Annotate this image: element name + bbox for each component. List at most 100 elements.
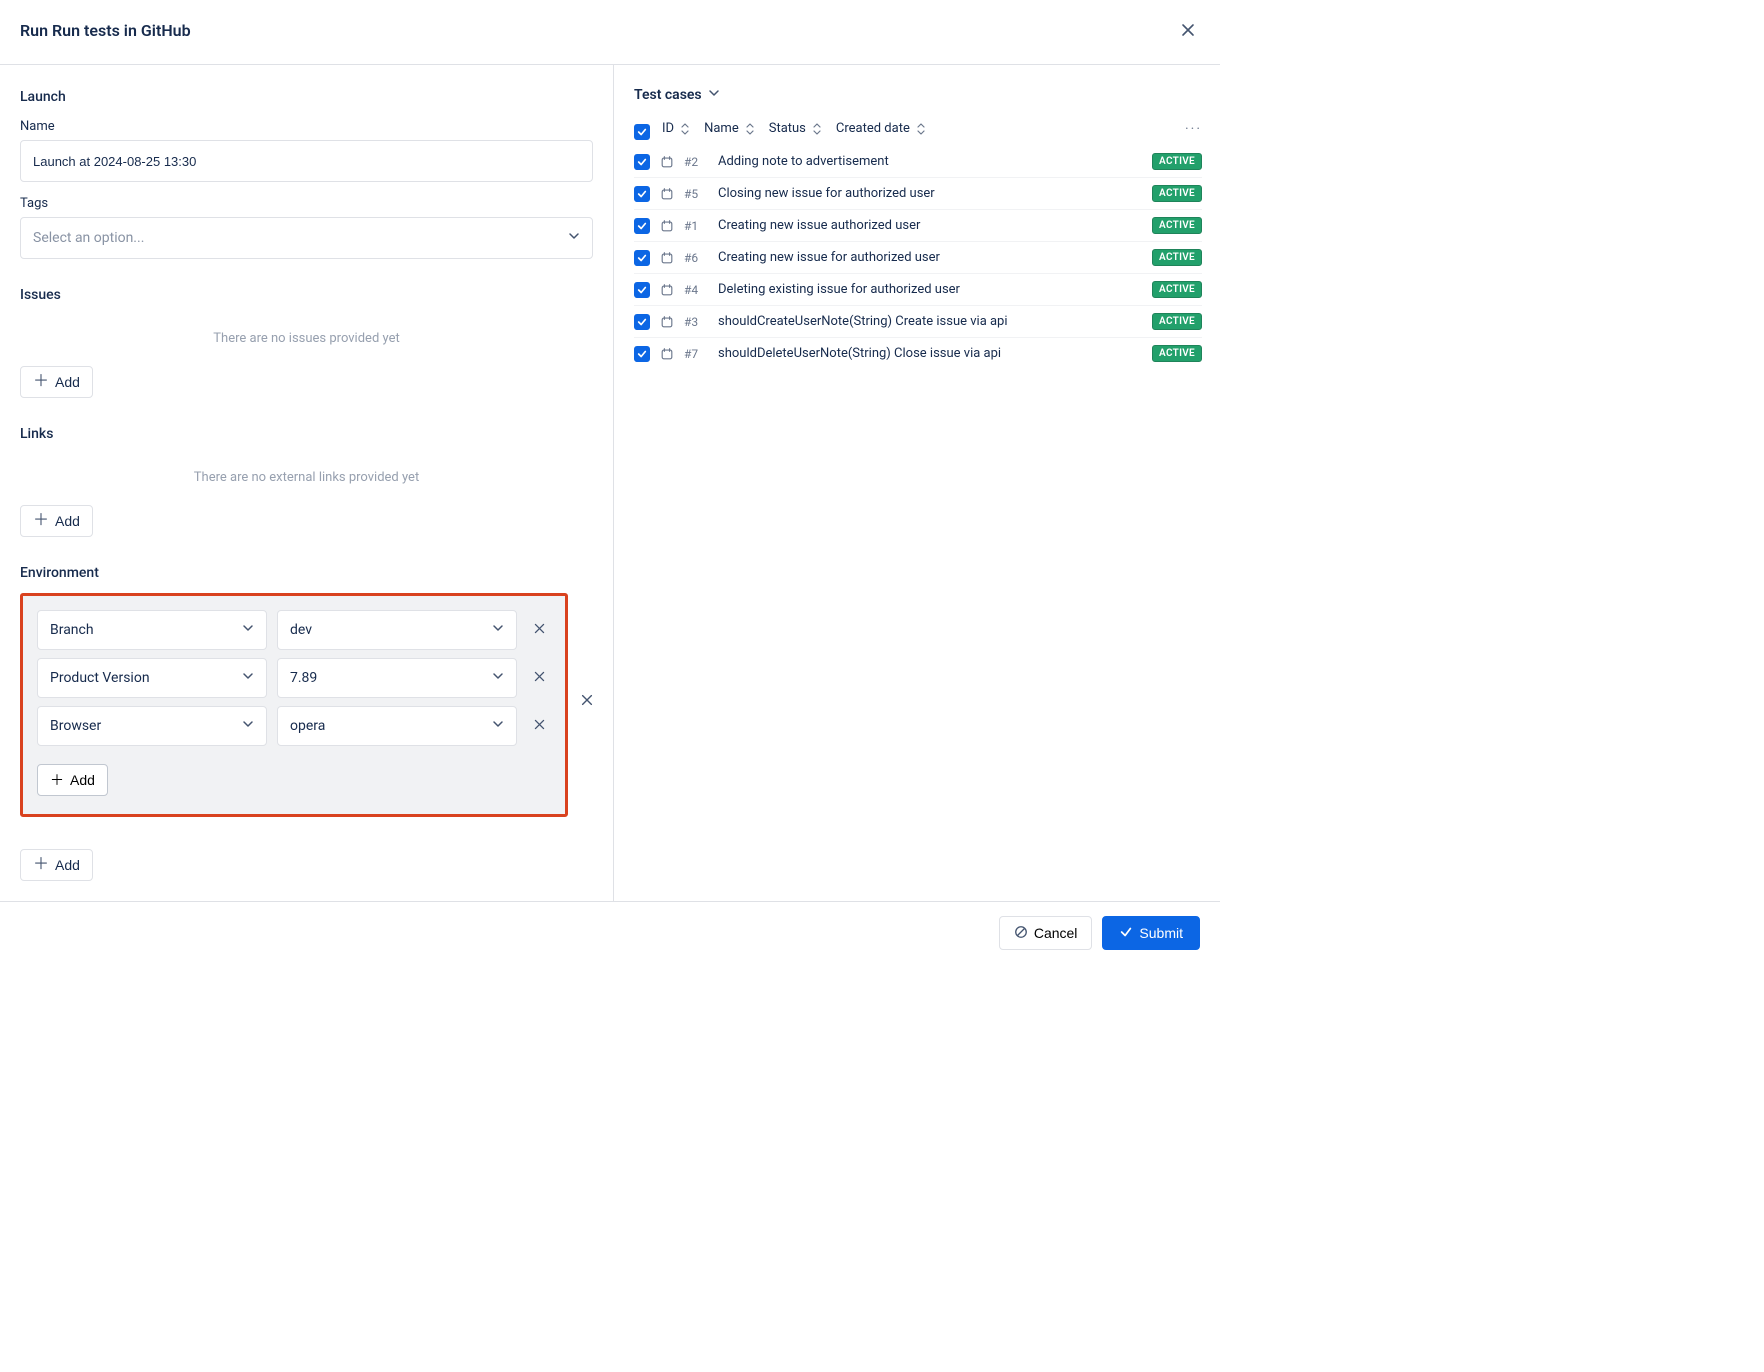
links-label: Links	[20, 426, 593, 442]
close-icon[interactable]	[1176, 18, 1200, 42]
env-value-select[interactable]: opera	[277, 706, 517, 746]
submit-label: Submit	[1139, 925, 1183, 941]
test-case-icon	[660, 251, 674, 265]
launch-panel: Launch Name Tags Select an option... Iss…	[0, 65, 614, 901]
add-link-button[interactable]: ＋ Add	[20, 505, 93, 537]
cancel-label: Cancel	[1034, 925, 1078, 941]
chevron-down-icon	[242, 622, 254, 638]
test-case-row[interactable]: #7 shouldDeleteUserNote(String) Close is…	[634, 337, 1202, 369]
status-badge: ACTIVE	[1152, 281, 1202, 298]
env-value-select[interactable]: dev	[277, 610, 517, 650]
test-case-icon	[660, 283, 674, 297]
launch-name-input[interactable]	[20, 140, 593, 182]
test-case-row[interactable]: #6 Creating new issue for authorized use…	[634, 241, 1202, 273]
remove-env-row-icon[interactable]	[527, 718, 551, 735]
row-checkbox[interactable]	[634, 314, 650, 330]
chevron-down-icon	[492, 670, 504, 686]
sort-icon	[812, 123, 822, 135]
test-case-name: Deleting existing issue for authorized u…	[718, 282, 1142, 297]
row-checkbox[interactable]	[634, 218, 650, 234]
status-badge: ACTIVE	[1152, 249, 1202, 266]
submit-button[interactable]: Submit	[1102, 916, 1200, 950]
test-case-id: #2	[684, 155, 708, 169]
sort-icon	[745, 123, 755, 135]
add-issue-button[interactable]: ＋ Add	[20, 366, 93, 398]
chevron-down-icon	[708, 87, 720, 103]
column-name[interactable]: Name	[704, 121, 755, 136]
tags-label: Tags	[20, 196, 593, 211]
test-case-name: Adding note to advertisement	[718, 154, 1142, 169]
tags-select[interactable]: Select an option...	[20, 217, 593, 259]
plus-icon: ＋	[33, 513, 49, 529]
chevron-down-icon	[242, 718, 254, 734]
plus-icon: ＋	[33, 374, 49, 390]
chevron-down-icon	[568, 230, 580, 246]
row-checkbox[interactable]	[634, 186, 650, 202]
row-checkbox[interactable]	[634, 154, 650, 170]
cancel-button[interactable]: Cancel	[999, 916, 1093, 950]
env-key-select[interactable]: Product Version	[37, 658, 267, 698]
plus-icon: ＋	[50, 770, 64, 790]
remove-env-row-icon[interactable]	[527, 622, 551, 639]
add-env-variable-button[interactable]: ＋ Add	[37, 764, 108, 796]
test-case-icon	[660, 187, 674, 201]
sort-icon	[680, 123, 690, 135]
column-id[interactable]: ID	[662, 121, 690, 136]
status-badge: ACTIVE	[1152, 153, 1202, 170]
row-checkbox[interactable]	[634, 346, 650, 362]
env-key-select[interactable]: Browser	[37, 706, 267, 746]
test-case-row[interactable]: #3 shouldCreateUserNote(String) Create i…	[634, 305, 1202, 337]
status-badge: ACTIVE	[1152, 313, 1202, 330]
check-icon	[1119, 925, 1133, 942]
test-case-icon	[660, 219, 674, 233]
test-cases-dropdown[interactable]: Test cases	[634, 87, 1202, 103]
row-checkbox[interactable]	[634, 282, 650, 298]
test-case-icon	[660, 347, 674, 361]
issues-empty: There are no issues provided yet	[20, 309, 593, 366]
test-case-name: shouldDeleteUserNote(String) Close issue…	[718, 346, 1142, 361]
row-checkbox[interactable]	[634, 250, 650, 266]
modal-footer: Cancel Submit	[0, 901, 1220, 964]
add-label: Add	[70, 772, 95, 788]
env-key-select[interactable]: Branch	[37, 610, 267, 650]
test-case-row[interactable]: #1 Creating new issue authorized user AC…	[634, 209, 1202, 241]
launch-section-label: Launch	[20, 89, 593, 105]
status-badge: ACTIVE	[1152, 345, 1202, 362]
test-case-row[interactable]: #5 Closing new issue for authorized user…	[634, 177, 1202, 209]
environment-label: Environment	[20, 565, 593, 581]
env-value-select[interactable]: 7.89	[277, 658, 517, 698]
page-title: Run Run tests in GitHub	[20, 21, 191, 40]
test-case-id: #4	[684, 283, 708, 297]
test-case-name: Creating new issue for authorized user	[718, 250, 1142, 265]
issues-label: Issues	[20, 287, 593, 303]
cancel-icon	[1014, 925, 1028, 942]
test-case-name: Closing new issue for authorized user	[718, 186, 1142, 201]
tags-placeholder: Select an option...	[33, 230, 144, 246]
test-case-name: Creating new issue authorized user	[718, 218, 1142, 233]
test-case-row[interactable]: #2 Adding note to advertisement ACTIVE	[634, 146, 1202, 177]
test-case-row[interactable]: #4 Deleting existing issue for authorize…	[634, 273, 1202, 305]
more-options-icon[interactable]: ···	[1185, 121, 1202, 137]
env-key-value: Browser	[50, 718, 101, 734]
add-environment-group-button[interactable]: ＋ Add	[20, 849, 93, 881]
env-value-text: dev	[290, 622, 312, 638]
environment-group-highlight: Branch dev Product Version 7.89 Browser …	[20, 593, 568, 817]
name-label: Name	[20, 119, 593, 134]
select-all-checkbox[interactable]	[634, 124, 650, 140]
status-badge: ACTIVE	[1152, 185, 1202, 202]
column-created-date[interactable]: Created date	[836, 121, 926, 136]
remove-env-row-icon[interactable]	[527, 670, 551, 687]
env-row: Branch dev	[37, 610, 551, 650]
column-status[interactable]: Status	[769, 121, 822, 136]
test-case-id: #6	[684, 251, 708, 265]
test-case-id: #1	[684, 219, 708, 233]
env-row: Browser opera	[37, 706, 551, 746]
test-case-name: shouldCreateUserNote(String) Create issu…	[718, 314, 1142, 329]
env-value-text: 7.89	[290, 670, 317, 686]
env-key-value: Branch	[50, 622, 94, 638]
remove-environment-group-icon[interactable]	[580, 693, 594, 711]
test-case-id: #7	[684, 347, 708, 361]
chevron-down-icon	[492, 622, 504, 638]
env-row: Product Version 7.89	[37, 658, 551, 698]
test-case-icon	[660, 155, 674, 169]
